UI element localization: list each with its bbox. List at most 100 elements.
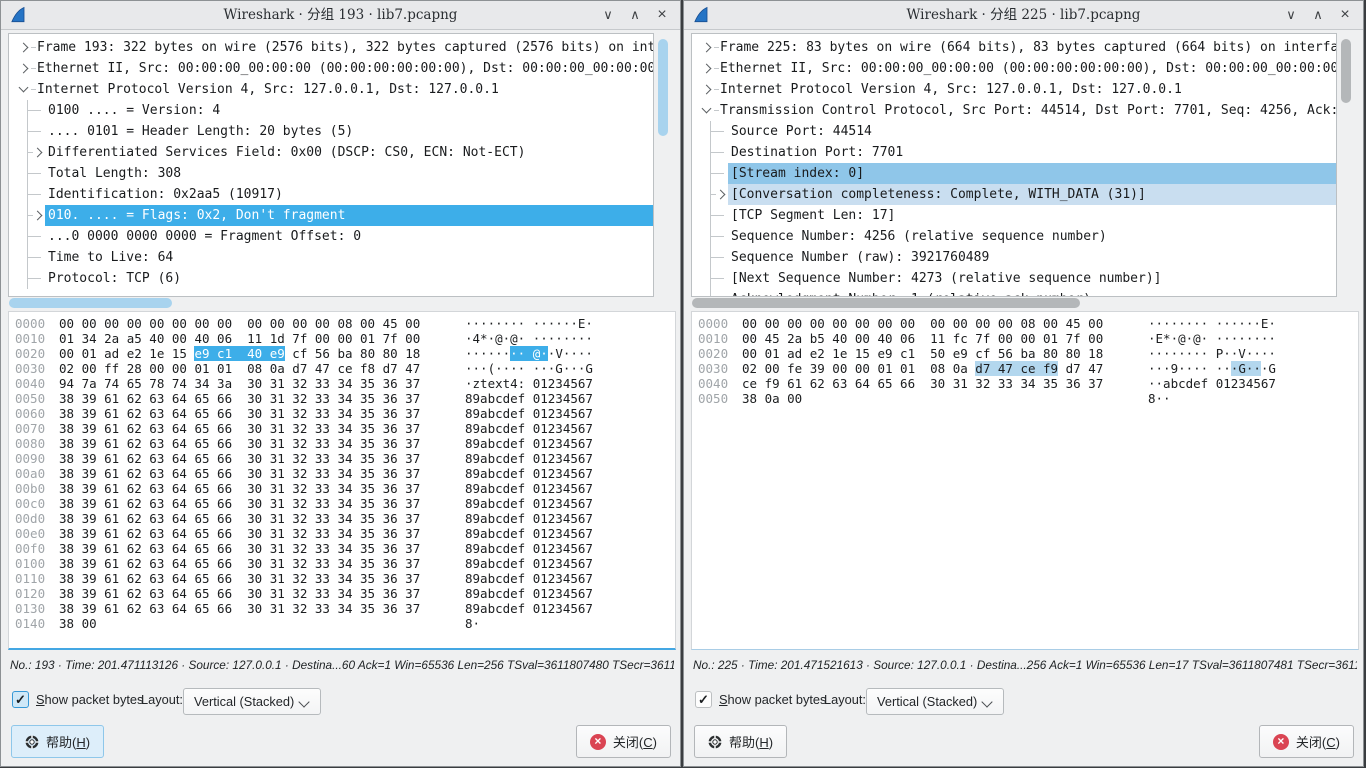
tree-row[interactable]: [Next Sequence Number: 4273 (relative se… <box>692 268 1336 289</box>
titlebar[interactable]: Wireshark · 分组 225 · lib7.pcapng ∨ ∧ × <box>684 1 1363 30</box>
hex-ascii-text: 89abcdef 01234567 <box>465 466 593 481</box>
titlebar[interactable]: Wireshark · 分组 193 · lib7.pcapng ∨ ∧ × <box>1 1 680 30</box>
tree-row-label: [Stream index: 0] <box>731 163 864 184</box>
expand-icon[interactable] <box>716 190 726 200</box>
tree-row[interactable]: Destination Port: 7701 <box>692 142 1336 163</box>
unshade-button-icon[interactable]: ∧ <box>1310 1 1326 29</box>
hex-row[interactable]: 00d038 39 61 62 63 64 65 66 30 31 32 33 … <box>15 511 675 526</box>
hex-bytes: 00 00 00 00 00 00 00 00 00 00 00 00 08 0… <box>59 316 420 331</box>
shade-button-icon[interactable]: ∨ <box>1283 1 1299 29</box>
packet-bytes-pane[interactable]: 000000 00 00 00 00 00 00 00 00 00 00 00 … <box>8 311 676 650</box>
help-button[interactable]: 帮助(H) <box>11 725 104 758</box>
close-button[interactable]: × 关闭(C) <box>576 725 671 758</box>
hex-row[interactable]: 009038 39 61 62 63 64 65 66 30 31 32 33 … <box>15 451 675 466</box>
hex-row[interactable]: 001001 34 2a a5 40 00 40 06 11 1d 7f 00 … <box>15 331 675 346</box>
layout-select[interactable]: Vertical (Stacked) <box>866 688 1004 715</box>
hex-ascii: 89abcdef 01234567 <box>465 466 593 481</box>
horizontal-scrollbar[interactable] <box>692 298 1080 308</box>
hex-row[interactable]: 008038 39 61 62 63 64 65 66 30 31 32 33 … <box>15 436 675 451</box>
hex-row[interactable]: 003002 00 fe 39 00 00 01 01 08 0a d7 47 … <box>698 361 1358 376</box>
show-packet-bytes-checkbox[interactable]: ✓ <box>12 691 29 708</box>
hex-row[interactable]: 012038 39 61 62 63 64 65 66 30 31 32 33 … <box>15 586 675 601</box>
tree-row[interactable]: Transmission Control Protocol, Src Port:… <box>692 100 1336 121</box>
expand-icon[interactable] <box>702 64 712 74</box>
horizontal-scrollbar[interactable] <box>9 298 172 308</box>
hex-row[interactable]: 007038 39 61 62 63 64 65 66 30 31 32 33 … <box>15 421 675 436</box>
hex-row[interactable]: 013038 39 61 62 63 64 65 66 30 31 32 33 … <box>15 601 675 616</box>
tree-row[interactable]: Acknowledgment Number: 1 (relative ack n… <box>692 289 1336 297</box>
tree-row[interactable]: Time to Live: 64 <box>9 247 653 268</box>
hex-row[interactable]: 000000 00 00 00 00 00 00 00 00 00 00 00 … <box>15 316 675 331</box>
hex-row[interactable]: 001000 45 2a b5 40 00 40 06 11 fc 7f 00 … <box>698 331 1358 346</box>
hex-row[interactable]: 002000 01 ad e2 1e 15 e9 c1 50 e9 cf 56 … <box>698 346 1358 361</box>
hex-row[interactable]: 005038 0a 008·· <box>698 391 1358 406</box>
expand-icon[interactable] <box>702 85 712 95</box>
hex-row[interactable]: 0040ce f9 61 62 63 64 65 66 30 31 32 33 … <box>698 376 1358 391</box>
expand-icon[interactable] <box>33 148 43 158</box>
tree-row[interactable]: [Stream index: 0] <box>692 163 1336 184</box>
shade-button-icon[interactable]: ∨ <box>600 1 616 29</box>
hex-bytes: 38 0a 00 <box>742 391 802 406</box>
tree-guide-line <box>710 289 711 297</box>
tree-row[interactable]: 0100 .... = Version: 4 <box>9 100 653 121</box>
expand-icon[interactable] <box>19 64 29 74</box>
tree-row[interactable]: Sequence Number: 4256 (relative sequence… <box>692 226 1336 247</box>
close-window-icon[interactable]: × <box>1337 1 1353 29</box>
tree-row[interactable]: Identification: 0x2aa5 (10917) <box>9 184 653 205</box>
expand-icon[interactable] <box>33 211 43 221</box>
tree-row[interactable]: Source Port: 44514 <box>692 121 1336 142</box>
tree-row[interactable]: Total Length: 308 <box>9 163 653 184</box>
hex-row[interactable]: 00a038 39 61 62 63 64 65 66 30 31 32 33 … <box>15 466 675 481</box>
collapse-icon[interactable] <box>19 83 29 93</box>
hex-ascii: 8·· <box>1148 391 1171 406</box>
hex-row[interactable]: 003002 00 ff 28 00 00 01 01 08 0a d7 47 … <box>15 361 675 376</box>
hex-bytes: 00 00 00 00 00 00 00 00 00 00 00 00 08 0… <box>742 316 1103 331</box>
tree-row[interactable]: 010. .... = Flags: 0x2, Don't fragment <box>9 205 653 226</box>
hex-offset: 0110 <box>15 571 59 586</box>
tree-row[interactable]: [TCP Segment Len: 17] <box>692 205 1336 226</box>
tree-row[interactable]: Internet Protocol Version 4, Src: 127.0.… <box>9 79 653 100</box>
expand-icon[interactable] <box>702 43 712 53</box>
hex-ascii-text: 89abcdef 01234567 <box>465 586 593 601</box>
tree-row-label: 010. .... = Flags: 0x2, Don't fragment <box>48 205 345 226</box>
packet-detail-tree[interactable]: Frame 193: 322 bytes on wire (2576 bits)… <box>8 33 654 297</box>
tree-row[interactable]: Ethernet II, Src: 00:00:00_00:00:00 (00:… <box>9 58 653 79</box>
hex-row[interactable]: 002000 01 ad e2 1e 15 e9 c1 40 e9 cf 56 … <box>15 346 675 361</box>
hex-ascii-text: 89abcdef 01234567 <box>465 406 593 421</box>
tree-row[interactable]: Internet Protocol Version 4, Src: 127.0.… <box>692 79 1336 100</box>
hex-row[interactable]: 00f038 39 61 62 63 64 65 66 30 31 32 33 … <box>15 541 675 556</box>
tree-row[interactable]: Frame 193: 322 bytes on wire (2576 bits)… <box>9 37 653 58</box>
vertical-scrollbar[interactable] <box>1341 39 1351 103</box>
hex-row[interactable]: 006038 39 61 62 63 64 65 66 30 31 32 33 … <box>15 406 675 421</box>
hex-row[interactable]: 00c038 39 61 62 63 64 65 66 30 31 32 33 … <box>15 496 675 511</box>
layout-select[interactable]: Vertical (Stacked) <box>183 688 321 715</box>
tree-row[interactable]: Protocol: TCP (6) <box>9 268 653 289</box>
tree-guide-dash <box>714 47 719 48</box>
hex-bytes: 02 00 fe 39 00 00 01 01 08 0a <box>742 361 975 376</box>
hex-row[interactable]: 000000 00 00 00 00 00 00 00 00 00 00 00 … <box>698 316 1358 331</box>
close-window-icon[interactable]: × <box>654 1 670 29</box>
vertical-scrollbar[interactable] <box>658 39 668 136</box>
close-button[interactable]: × 关闭(C) <box>1259 725 1354 758</box>
hex-row[interactable]: 011038 39 61 62 63 64 65 66 30 31 32 33 … <box>15 571 675 586</box>
packet-bytes-pane[interactable]: 000000 00 00 00 00 00 00 00 00 00 00 00 … <box>691 311 1359 650</box>
hex-row[interactable]: 00e038 39 61 62 63 64 65 66 30 31 32 33 … <box>15 526 675 541</box>
hex-row[interactable]: 010038 39 61 62 63 64 65 66 30 31 32 33 … <box>15 556 675 571</box>
hex-row[interactable]: 00b038 39 61 62 63 64 65 66 30 31 32 33 … <box>15 481 675 496</box>
hex-row[interactable]: 004094 7a 74 65 78 74 34 3a 30 31 32 33 … <box>15 376 675 391</box>
tree-row[interactable]: [Conversation completeness: Complete, WI… <box>692 184 1336 205</box>
packet-detail-tree[interactable]: Frame 225: 83 bytes on wire (664 bits), … <box>691 33 1337 297</box>
tree-row[interactable]: Differentiated Services Field: 0x00 (DSC… <box>9 142 653 163</box>
expand-icon[interactable] <box>19 43 29 53</box>
tree-row[interactable]: Sequence Number (raw): 3921760489 <box>692 247 1336 268</box>
collapse-icon[interactable] <box>702 104 712 114</box>
tree-row[interactable]: Ethernet II, Src: 00:00:00_00:00:00 (00:… <box>692 58 1336 79</box>
hex-row[interactable]: 014038 008· <box>15 616 675 631</box>
hex-row[interactable]: 005038 39 61 62 63 64 65 66 30 31 32 33 … <box>15 391 675 406</box>
help-button[interactable]: 帮助(H) <box>694 725 787 758</box>
unshade-button-icon[interactable]: ∧ <box>627 1 643 29</box>
show-packet-bytes-checkbox[interactable]: ✓ <box>695 691 712 708</box>
tree-row[interactable]: Frame 225: 83 bytes on wire (664 bits), … <box>692 37 1336 58</box>
tree-row[interactable]: .... 0101 = Header Length: 20 bytes (5) <box>9 121 653 142</box>
tree-row[interactable]: ...0 0000 0000 0000 = Fragment Offset: 0 <box>9 226 653 247</box>
